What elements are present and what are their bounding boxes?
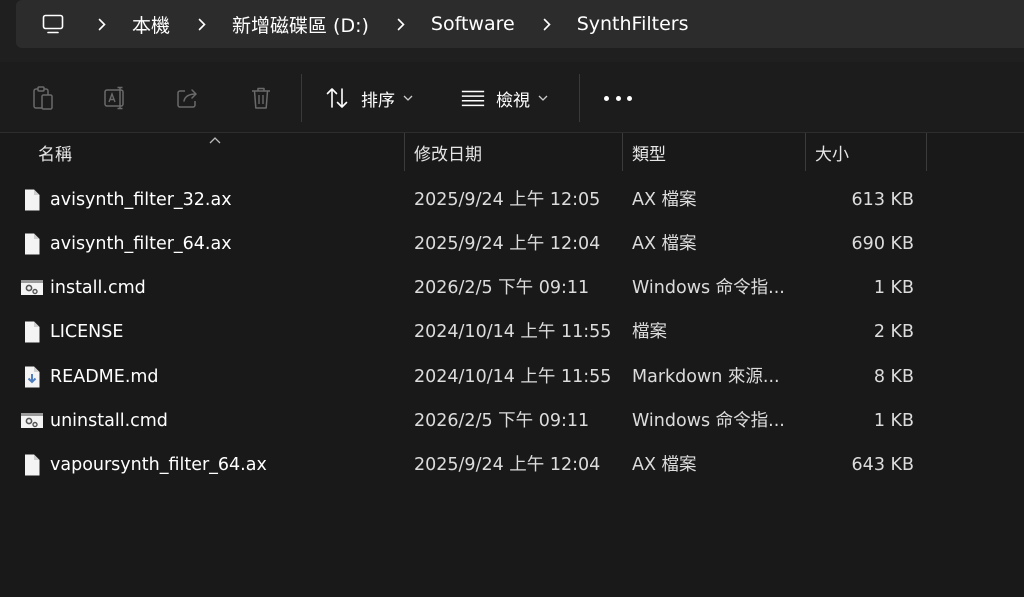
file-date: 2024/10/14 上午 11:55	[414, 322, 612, 342]
file-size: 613 KB	[851, 190, 914, 210]
chevron-right-icon[interactable]	[539, 16, 555, 32]
file-row[interactable]: install.cmd 2026/2/5 下午 09:11 Windows 命令…	[0, 266, 1024, 310]
file-name: README.md	[50, 367, 159, 387]
file-date: 2025/9/24 上午 12:05	[414, 190, 601, 210]
column-header: 名稱 修改日期 類型 大小	[0, 133, 1024, 172]
file-name: avisynth_filter_32.ax	[50, 190, 232, 210]
file-row[interactable]: avisynth_filter_64.ax 2025/9/24 上午 12:04…	[0, 222, 1024, 266]
document-icon	[25, 454, 40, 476]
breadcrumb-this-pc[interactable]: 本機	[132, 11, 170, 38]
file-name: LICENSE	[50, 322, 124, 342]
file-type: AX 檔案	[632, 190, 697, 210]
chevron-right-icon[interactable]	[393, 16, 409, 32]
file-size: 1 KB	[873, 411, 914, 431]
file-name: avisynth_filter_64.ax	[50, 234, 232, 254]
file-type: 檔案	[632, 322, 667, 342]
file-row[interactable]: README.md 2024/10/14 上午 11:55 Markdown 來…	[0, 355, 1024, 399]
document-icon	[25, 189, 40, 211]
more-options-icon[interactable]	[604, 96, 632, 102]
column-name[interactable]: 名稱	[38, 133, 72, 172]
file-row[interactable]: LICENSE 2024/10/14 上午 11:55 檔案 2 KB	[0, 310, 1024, 354]
view-label: 檢視	[496, 90, 530, 111]
file-date: 2025/9/24 上午 12:04	[414, 234, 601, 254]
column-size[interactable]: 大小	[815, 133, 849, 172]
script-gear-icon	[21, 280, 43, 295]
file-type: Markdown 來源...	[632, 367, 780, 387]
chevron-down-icon	[538, 93, 548, 103]
breadcrumb-synthfilters[interactable]: SynthFilters	[577, 13, 689, 35]
this-pc-icon[interactable]	[36, 9, 70, 39]
breadcrumb: 本機 新增磁碟區 (D:) Software SynthFilters	[16, 0, 1024, 48]
sort-ascending-icon	[209, 137, 221, 144]
column-divider[interactable]	[926, 133, 927, 171]
file-date: 2025/9/24 上午 12:04	[414, 455, 601, 475]
column-divider[interactable]	[805, 133, 806, 171]
share-icon[interactable]	[175, 85, 201, 111]
chevron-down-icon	[403, 93, 413, 103]
file-row[interactable]: vapoursynth_filter_64.ax 2025/9/24 上午 12…	[0, 443, 1024, 487]
file-date: 2026/2/5 下午 09:11	[414, 411, 590, 431]
file-size: 1 KB	[873, 278, 914, 298]
file-name: vapoursynth_filter_64.ax	[50, 455, 267, 475]
view-button[interactable]: 檢視	[460, 82, 548, 114]
file-date: 2024/10/14 上午 11:55	[414, 367, 612, 387]
column-date[interactable]: 修改日期	[414, 133, 482, 172]
breadcrumb-software[interactable]: Software	[431, 13, 515, 35]
address-area: 本機 新增磁碟區 (D:) Software SynthFilters	[0, 0, 1024, 62]
column-divider[interactable]	[404, 133, 405, 171]
file-row[interactable]: uninstall.cmd 2026/2/5 下午 09:11 Windows …	[0, 399, 1024, 443]
sort-arrows-icon	[325, 85, 351, 111]
toolbar-divider	[301, 74, 302, 122]
file-size: 690 KB	[851, 234, 914, 254]
file-date: 2026/2/5 下午 09:11	[414, 278, 590, 298]
paste-icon[interactable]	[30, 85, 56, 111]
file-type: Windows 命令指...	[632, 411, 785, 431]
sort-label: 排序	[361, 90, 395, 111]
file-size: 8 KB	[873, 367, 914, 387]
column-type[interactable]: 類型	[632, 133, 666, 172]
file-size: 643 KB	[851, 455, 914, 475]
file-type: AX 檔案	[632, 455, 697, 475]
column-divider[interactable]	[622, 133, 623, 171]
sort-button[interactable]: 排序	[325, 82, 413, 114]
document-icon	[25, 233, 40, 255]
delete-icon[interactable]	[248, 85, 274, 111]
file-name: install.cmd	[50, 278, 146, 298]
breadcrumb-drive-d[interactable]: 新增磁碟區 (D:)	[232, 11, 369, 38]
chevron-right-icon[interactable]	[94, 16, 110, 32]
file-row[interactable]: avisynth_filter_32.ax 2025/9/24 上午 12:05…	[0, 178, 1024, 222]
toolbar-divider	[579, 74, 580, 122]
command-bar: 排序 檢視	[0, 62, 1024, 133]
file-name: uninstall.cmd	[50, 411, 168, 431]
view-lines-icon	[460, 85, 486, 111]
markdown-icon	[25, 366, 40, 388]
chevron-right-icon[interactable]	[194, 16, 210, 32]
document-icon	[25, 321, 40, 343]
file-type: Windows 命令指...	[632, 278, 785, 298]
rename-icon[interactable]	[103, 85, 129, 111]
file-type: AX 檔案	[632, 234, 697, 254]
script-gear-icon	[21, 413, 43, 428]
file-size: 2 KB	[873, 322, 914, 342]
